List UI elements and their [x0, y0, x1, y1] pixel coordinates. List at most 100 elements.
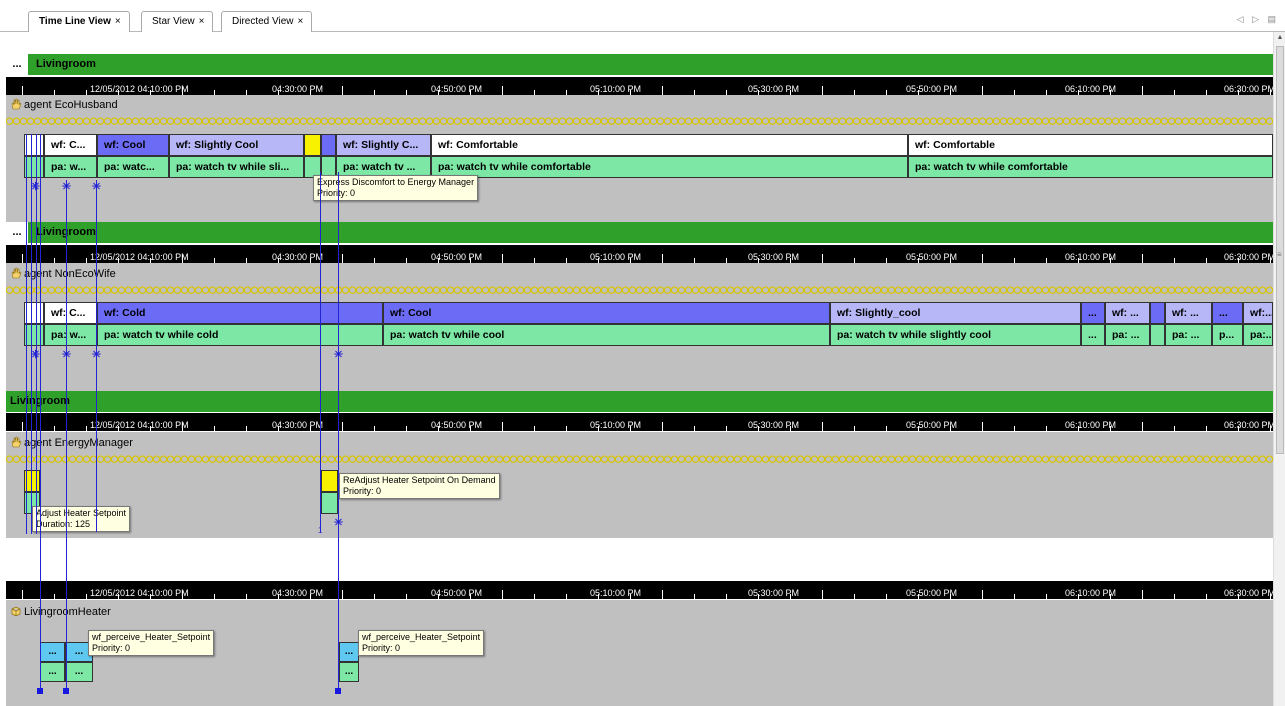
- wf-cell[interactable]: [321, 134, 336, 156]
- axis-tick-mark: [822, 422, 823, 431]
- time-axis: 12/05/2012 04:10:00 PM 04:30:00 PM 04:50…: [6, 413, 1273, 431]
- axis-tick-mark: [566, 594, 567, 599]
- wf-cell[interactable]: wf: Cool: [383, 302, 830, 324]
- axis-tick-mark: [758, 258, 759, 263]
- axis-tick-mark: [598, 594, 599, 599]
- axis-tick-mark: [22, 86, 23, 95]
- axis-tick-mark: [214, 594, 215, 599]
- more-button[interactable]: ...: [6, 222, 28, 243]
- wf-cell[interactable]: ...: [1212, 302, 1243, 324]
- vertical-scrollbar[interactable]: ▲ ≡: [1273, 32, 1285, 706]
- axis-tick-mark: [86, 90, 87, 95]
- event-star-icon[interactable]: ✳: [333, 350, 344, 361]
- axis-tick-mark: [918, 90, 919, 95]
- heater-cell[interactable]: ...: [40, 662, 65, 682]
- axis-tick-mark: [1046, 90, 1047, 95]
- timeline-canvas: ... Livingroom 12/05/2012 04:10:00 PM 04…: [6, 32, 1273, 706]
- room-bar: Livingroom: [6, 391, 1273, 412]
- event-star-icon[interactable]: ✳: [30, 350, 41, 361]
- axis-tick-mark: [1110, 258, 1111, 263]
- agent-label[interactable]: agent EcoHusband: [10, 98, 118, 111]
- axis-tick-mark: [470, 426, 471, 431]
- pa-cell[interactable]: pa: watc...: [97, 156, 169, 178]
- wf-cell[interactable]: wf: Cool: [97, 134, 169, 156]
- action-block[interactable]: [321, 470, 338, 492]
- event-star-icon[interactable]: ✳: [61, 350, 72, 361]
- wf-cell[interactable]: wf: Slightly_cool: [830, 302, 1081, 324]
- pa-cell[interactable]: [24, 156, 44, 178]
- axis-tick-mark: [790, 258, 791, 263]
- wf-cell[interactable]: wf: Slightly C...: [336, 134, 431, 156]
- pa-cell[interactable]: p...: [1212, 324, 1243, 346]
- wf-cell[interactable]: wf: C...: [44, 134, 97, 156]
- axis-tick-mark: [918, 258, 919, 263]
- pa-cell[interactable]: pa: w...: [44, 324, 97, 346]
- pa-cell[interactable]: pa: watch tv while slightly cool: [830, 324, 1081, 346]
- wf-cell[interactable]: wf: Comfortable: [431, 134, 908, 156]
- event-star-icon[interactable]: ✳: [61, 182, 72, 193]
- axis-tick-mark: [470, 258, 471, 263]
- time-axis: 12/05/2012 04:10:00 PM 04:30:00 PM 04:50…: [6, 581, 1273, 599]
- event-star-icon[interactable]: ✳: [91, 182, 102, 193]
- tab-time-line-view[interactable]: Time Line View ×: [28, 11, 130, 33]
- tab-directed-view[interactable]: Directed View ×: [221, 11, 313, 32]
- more-button[interactable]: ...: [6, 54, 28, 75]
- wf-cell[interactable]: wf: C...: [44, 302, 97, 324]
- scroll-up-icon[interactable]: ▲: [1274, 34, 1285, 41]
- axis-tick-label: 04:30:00 PM: [272, 252, 324, 262]
- wf-cell[interactable]: [24, 134, 44, 156]
- event-cell[interactable]: [304, 134, 321, 156]
- axis-tick-mark: [246, 426, 247, 431]
- heater-cell[interactable]: ...: [339, 642, 359, 662]
- pa-cell[interactable]: pa: watch tv while cold: [97, 324, 383, 346]
- pa-cell[interactable]: [24, 324, 44, 346]
- axis-tick-mark: [758, 426, 759, 431]
- wf-cell[interactable]: [1150, 302, 1165, 324]
- axis-tick-mark: [1206, 258, 1207, 263]
- wf-cell[interactable]: wf: Comfortable: [908, 134, 1273, 156]
- heater-cell[interactable]: ...: [65, 662, 93, 682]
- pa-cell[interactable]: pa: ...: [1105, 324, 1150, 346]
- pa-cell[interactable]: pa: watch tv while sli...: [169, 156, 304, 178]
- axis-tick-mark: [918, 594, 919, 599]
- wf-cell[interactable]: wf:...: [1243, 302, 1273, 324]
- action-block[interactable]: [321, 492, 338, 514]
- axis-tick-mark: [566, 90, 567, 95]
- wf-cell[interactable]: wf: Slightly Cool: [169, 134, 304, 156]
- tab-star-view[interactable]: Star View ×: [141, 11, 214, 32]
- pa-cell[interactable]: pa:...: [1243, 324, 1273, 346]
- close-icon[interactable]: ×: [115, 16, 121, 27]
- pa-cell[interactable]: pa: ...: [1165, 324, 1212, 346]
- event-star-icon[interactable]: ✳: [91, 350, 102, 361]
- event-star-icon[interactable]: ✳: [333, 518, 344, 529]
- action-tooltip: Adjust Heater Setpoint Duration: 125: [32, 506, 131, 532]
- wf-cell[interactable]: wf: ...: [1165, 302, 1212, 324]
- heater-cell[interactable]: ...: [339, 662, 359, 682]
- pa-cell[interactable]: pa: watch tv while comfortable: [908, 156, 1273, 178]
- axis-tick-mark: [534, 258, 535, 263]
- wf-cell[interactable]: ...: [1081, 302, 1105, 324]
- wf-cell[interactable]: [24, 302, 44, 324]
- wf-cell[interactable]: wf: Cold: [97, 302, 383, 324]
- action-tooltip: ReAdjust Heater Setpoint On Demand Prior…: [339, 473, 500, 499]
- pa-cell[interactable]: pa: watch tv while cool: [383, 324, 830, 346]
- heater-cell[interactable]: ...: [40, 642, 65, 662]
- tab-navigation-icons[interactable]: ◁ ▷ ▤: [1237, 14, 1279, 25]
- pa-cell[interactable]: pa: w...: [44, 156, 97, 178]
- event-star-icon[interactable]: ✳: [30, 182, 41, 193]
- pa-cell[interactable]: [1150, 324, 1165, 346]
- agent-label[interactable]: LivingroomHeater: [10, 605, 111, 618]
- axis-tick-mark: [630, 258, 631, 263]
- close-icon[interactable]: ×: [298, 16, 304, 27]
- axis-date-label: 12/05/2012 04:10:00 PM: [90, 84, 189, 94]
- axis-tick-mark: [278, 426, 279, 431]
- axis-tick-mark: [502, 422, 503, 431]
- hand-icon: [10, 267, 22, 279]
- link-line: [338, 172, 339, 692]
- agent-label[interactable]: agent EnergyManager: [10, 436, 133, 449]
- pa-cell[interactable]: pa: watch tv while comfortable: [431, 156, 908, 178]
- pa-cell[interactable]: ...: [1081, 324, 1105, 346]
- wf-cell[interactable]: wf: ...: [1105, 302, 1150, 324]
- close-icon[interactable]: ×: [199, 16, 205, 27]
- tooltip-line: Priority: 0: [362, 643, 401, 653]
